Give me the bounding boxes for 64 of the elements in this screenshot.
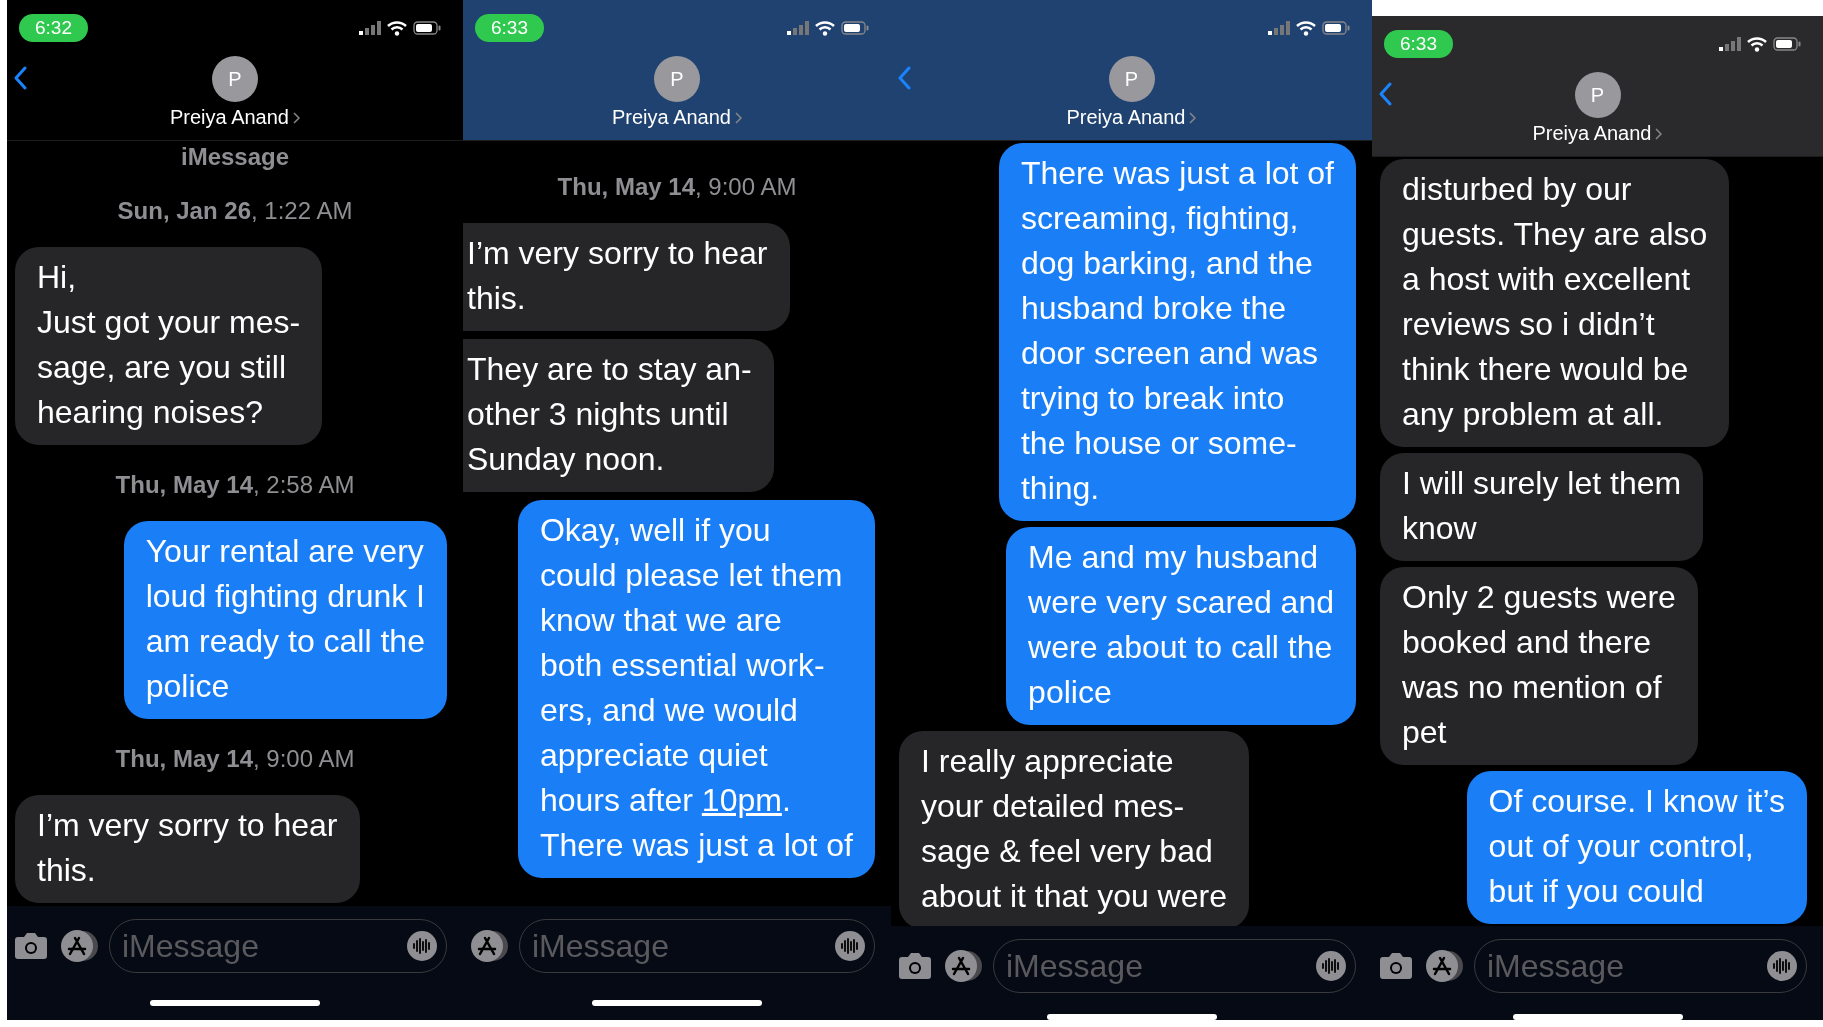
signal-icon <box>1719 37 1741 51</box>
wifi-icon <box>387 20 407 36</box>
sent-message: Me and my husband were very scared and were about to call the police <box>1006 527 1356 725</box>
received-message: I will surely let them know <box>1380 453 1704 561</box>
contact-avatar[interactable]: P <box>1108 56 1155 102</box>
message-input[interactable]: iMessage <box>993 939 1356 993</box>
camera-icon[interactable] <box>13 932 49 960</box>
received-message: disturbed by our guests. They are also a host with excellent reviews so i didn’t think there would be any problem at all. <box>1380 159 1730 447</box>
contact-avatar[interactable]: P <box>212 56 258 102</box>
contact-avatar[interactable]: P <box>1574 72 1621 118</box>
wifi-icon <box>815 20 835 36</box>
received-message: I really appreciate your detailed mes- sage & feel very bad about it that you were <box>899 731 1249 926</box>
received-message: I’m very sorry to hear this. <box>463 223 790 331</box>
battery-icon <box>413 21 441 35</box>
message-link[interactable]: 10pm <box>701 782 782 818</box>
timestamp: Sun, Jan 26, 1:22 AM <box>116 196 354 226</box>
sent-message: Your rental are very loud fighting drunk I am ready to call the police <box>123 521 447 719</box>
sent-message: Okay, well if you could please let them know that we are both essential work- ers, and we would appreciate quiet hours after 10pm. There was just a lot of <box>517 500 875 878</box>
audio-icon[interactable] <box>407 931 437 961</box>
signal-icon <box>787 21 809 35</box>
chevron-right-icon <box>1655 127 1663 140</box>
sent-message: There was just a lot of screaming, fighting, dog barking, and the husband broke the door screen and was trying to break into the house or some- thing. <box>998 143 1356 521</box>
contact-name[interactable]: Preiya Anand <box>170 106 289 129</box>
received-message: I’m very sorry to hear this. <box>15 795 360 903</box>
back-icon[interactable] <box>13 66 27 90</box>
app-store-icon[interactable] <box>943 949 983 983</box>
timestamp: Thu, May 14, 9:00 AM <box>114 744 356 774</box>
camera-icon[interactable] <box>897 952 933 980</box>
received-message: Only 2 guests were booked and there was no mention of pet <box>1380 567 1698 765</box>
status-time: 6:33 <box>475 14 544 42</box>
wifi-icon <box>1296 20 1316 36</box>
contact-avatar[interactable]: P <box>654 56 700 102</box>
status-time: 6:33 <box>1384 30 1453 58</box>
wifi-icon <box>1747 36 1767 52</box>
camera-icon[interactable] <box>1378 952 1414 980</box>
contact-name[interactable]: Preiya Anand <box>1066 106 1186 129</box>
message-input[interactable]: iMessage <box>519 919 875 973</box>
message-input[interactable]: iMessage <box>1474 939 1807 993</box>
audio-icon[interactable] <box>835 931 865 961</box>
contact-name[interactable]: Preiya Anand <box>1532 122 1652 145</box>
chevron-right-icon <box>1189 111 1197 124</box>
audio-icon[interactable] <box>1316 951 1346 981</box>
service-label: iMessage <box>179 143 291 171</box>
signal-icon <box>1268 21 1290 35</box>
received-message: Hi, Just got your mes- sage, are you still hearing noises? <box>15 247 323 445</box>
app-store-icon[interactable] <box>469 929 509 963</box>
app-store-icon[interactable] <box>1424 949 1464 983</box>
back-icon[interactable] <box>897 66 911 90</box>
back-icon[interactable] <box>1378 82 1392 106</box>
app-store-icon[interactable] <box>59 929 99 963</box>
contact-name[interactable]: Preiya Anand <box>612 106 731 129</box>
timestamp: Thu, May 14, 2:58 AM <box>114 470 356 500</box>
message-input[interactable]: iMessage <box>109 919 447 973</box>
received-message: They are to stay an- other 3 nights until Sunday noon. <box>463 339 774 492</box>
timestamp: Thu, May 14, 9:00 AM <box>556 172 798 202</box>
audio-icon[interactable] <box>1767 951 1797 981</box>
chevron-right-icon <box>293 111 300 124</box>
battery-icon <box>1773 37 1801 51</box>
chevron-right-icon <box>735 111 742 124</box>
battery-icon <box>1322 21 1350 35</box>
status-time: 6:32 <box>19 14 88 42</box>
sent-message: Of course. I know it’s out of your control, but if you could <box>1466 771 1807 924</box>
signal-icon <box>359 21 381 35</box>
battery-icon <box>841 21 869 35</box>
